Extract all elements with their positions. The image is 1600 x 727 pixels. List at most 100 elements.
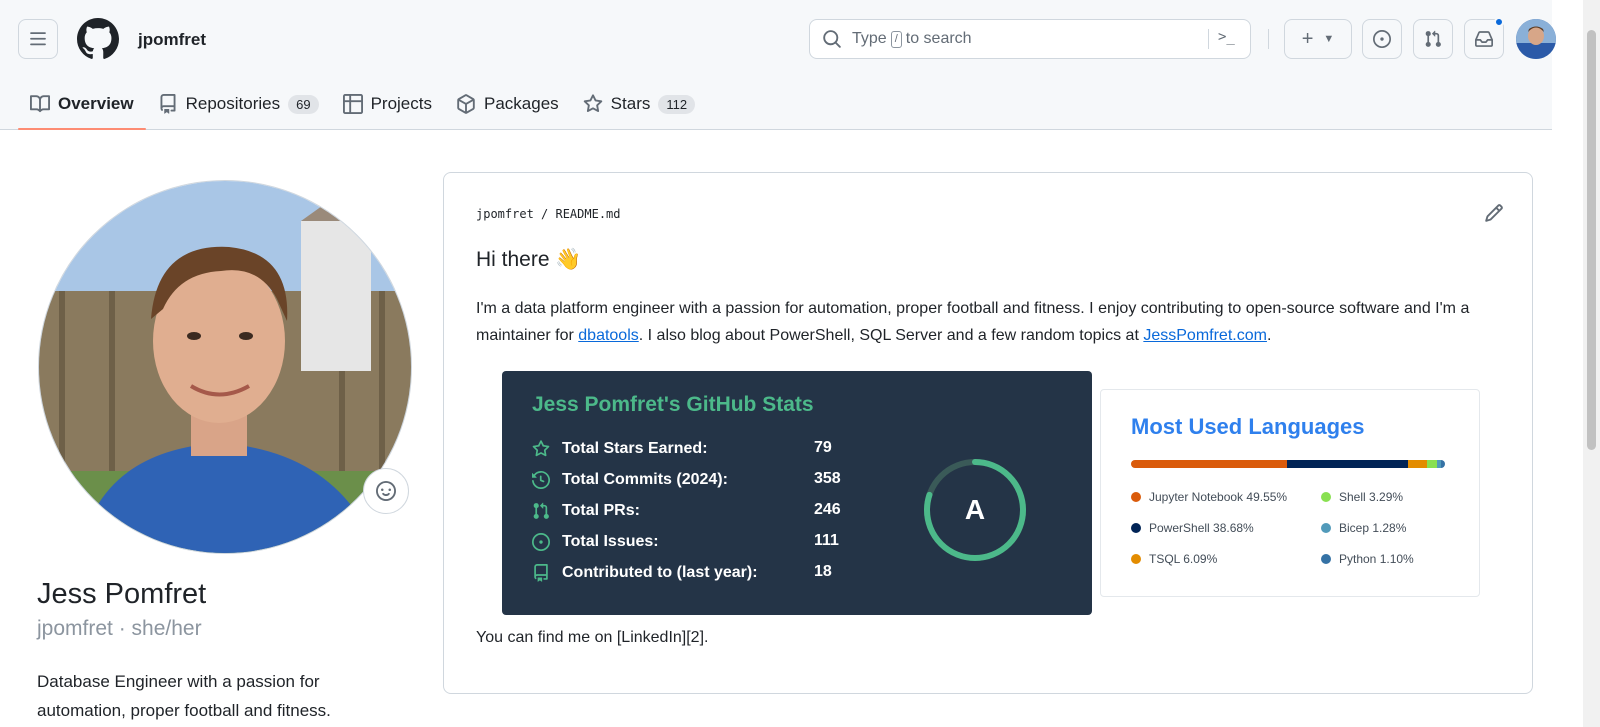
language-legend-item: Python 1.10%: [1321, 552, 1414, 566]
tab-label: Repositories: [185, 94, 281, 113]
repo-icon: [534, 564, 548, 582]
blog-link[interactable]: JessPomfret.com: [1143, 327, 1267, 344]
stat-label: Total PRs:: [562, 502, 640, 519]
profile-tabs: Overview Repositories 69 Projects Packag…: [18, 78, 707, 130]
language-legend-item: Bicep 1.28%: [1321, 521, 1406, 535]
menu-button[interactable]: [18, 19, 58, 59]
language-label: Python 1.10%: [1339, 552, 1414, 566]
profile-photo-image: [39, 181, 411, 553]
stat-value-commits: 358: [814, 470, 841, 487]
stat-value-stars: 79: [814, 439, 832, 456]
profile-avatar[interactable]: [38, 180, 412, 554]
stat-label: Total Issues:: [562, 533, 659, 550]
language-legend-item: Jupyter Notebook 49.55%: [1131, 490, 1287, 504]
stat-row-stars: Total Stars Earned:: [532, 437, 708, 461]
issues-button[interactable]: [1362, 19, 1402, 59]
languages-progress-bar: [1131, 460, 1445, 468]
command-palette-icon[interactable]: >_: [1218, 29, 1235, 45]
language-bar-segment: [1131, 460, 1287, 468]
tab-overview[interactable]: Overview: [18, 78, 146, 130]
stat-row-contributed: Contributed to (last year):: [532, 561, 758, 585]
avatar[interactable]: [1516, 19, 1556, 59]
search-shortcut-key: /: [890, 30, 902, 48]
language-label: PowerShell 38.68%: [1149, 521, 1254, 535]
avatar-image: [1516, 19, 1556, 59]
top-languages-card[interactable]: Most Used Languages Jupyter Notebook 49.…: [1100, 389, 1480, 597]
stat-row-commits: Total Commits (2024):: [532, 468, 728, 492]
search-placeholder-prefix: Type: [852, 30, 887, 47]
package-icon: [457, 94, 475, 114]
tab-label: Overview: [58, 94, 134, 113]
profile-readme: jpomfret / README.md Hi there 👋 I'm a da…: [443, 172, 1533, 694]
scrollbar-thumb[interactable]: [1587, 30, 1596, 450]
readme-greeting: Hi there 👋: [476, 248, 582, 271]
star-icon: [583, 94, 602, 113]
table-icon: [342, 94, 363, 114]
header-divider: [1268, 29, 1269, 49]
language-color-dot: [1321, 554, 1331, 564]
stat-label: Contributed to (last year):: [562, 564, 758, 581]
tab-label: Projects: [370, 94, 432, 113]
stat-label: Total Stars Earned:: [562, 440, 708, 457]
history-icon: [532, 471, 550, 489]
languages-title: Most Used Languages: [1131, 414, 1365, 439]
pull-requests-button[interactable]: [1413, 19, 1453, 59]
intro-text-3: .: [1266, 327, 1272, 344]
language-bar-segment: [1441, 460, 1445, 468]
stat-value-contributed: 18: [814, 563, 832, 580]
language-label: Bicep 1.28%: [1339, 521, 1407, 535]
tab-repositories[interactable]: Repositories 69: [146, 78, 331, 130]
language-color-dot: [1131, 554, 1141, 564]
stat-label: Total Commits (2024):: [562, 471, 728, 488]
search-input[interactable]: Type / to search >_: [809, 19, 1251, 59]
stars-count-badge: 112: [658, 94, 696, 114]
readme-find-me: You can find me on [LinkedIn][2].: [476, 629, 709, 646]
repo-icon: [160, 94, 176, 114]
grade-label: A: [964, 494, 986, 525]
tab-stars[interactable]: Stars 112: [571, 78, 707, 130]
repositories-count-badge: 69: [288, 94, 319, 114]
profile-full-name: Jess Pomfret: [37, 578, 207, 610]
language-color-dot: [1321, 492, 1331, 502]
language-color-dot: [1321, 523, 1331, 533]
pull-request-icon: [533, 502, 549, 519]
search-divider: [1208, 29, 1209, 49]
language-label: TSQL 6.09%: [1149, 552, 1218, 566]
stat-row-prs: Total PRs:: [532, 499, 640, 523]
language-label: Jupyter Notebook 49.55%: [1149, 490, 1288, 504]
inbox-icon: [1475, 31, 1493, 47]
set-status-button[interactable]: [363, 468, 409, 514]
profile-bio: Database Engineer with a passion for aut…: [37, 672, 331, 720]
search-icon: [823, 30, 841, 48]
star-icon: [532, 440, 550, 457]
dbatools-link[interactable]: dbatools: [578, 327, 639, 344]
github-logo-icon[interactable]: [77, 18, 119, 60]
unread-indicator: [1494, 17, 1504, 27]
stat-value-issues: 111: [814, 532, 839, 549]
language-color-dot: [1131, 523, 1141, 533]
language-bar-segment: [1408, 460, 1428, 468]
context-username[interactable]: jpomfret: [138, 30, 206, 50]
issue-icon: [1373, 30, 1391, 48]
create-new-button[interactable]: + ▼: [1284, 19, 1352, 59]
language-color-dot: [1131, 492, 1141, 502]
smiley-icon: [376, 481, 396, 501]
hamburger-icon: [30, 32, 46, 46]
language-bar-segment: [1427, 460, 1438, 468]
readme-breadcrumb[interactable]: jpomfret / README.md: [476, 207, 621, 221]
tab-label: Stars: [610, 94, 651, 113]
tab-packages[interactable]: Packages: [444, 78, 571, 130]
stat-value-prs: 246: [814, 501, 841, 518]
language-legend-item: TSQL 6.09%: [1131, 552, 1217, 566]
language-legend-item: Shell 3.29%: [1321, 490, 1403, 504]
profile-handle: jpomfret · she/her: [37, 617, 202, 640]
tab-projects[interactable]: Projects: [331, 78, 444, 130]
github-stats-card[interactable]: Jess Pomfret's GitHub Stats Total Stars …: [502, 371, 1092, 615]
global-header: jpomfret Type / to search >_ + ▼ Overvie…: [0, 0, 1556, 130]
pull-request-icon: [1425, 30, 1441, 47]
page-scrollbar[interactable]: [1583, 0, 1600, 727]
stats-title: Jess Pomfret's GitHub Stats: [532, 393, 814, 416]
pencil-icon[interactable]: [1484, 203, 1504, 223]
issue-icon: [532, 533, 550, 551]
search-placeholder-suffix: to search: [905, 30, 972, 47]
